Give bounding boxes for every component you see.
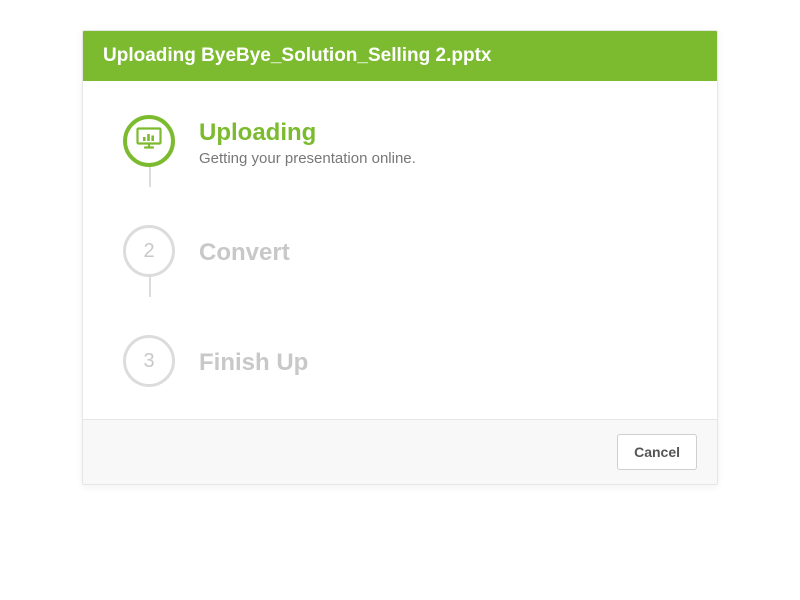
step-title-uploading: Uploading bbox=[199, 117, 416, 148]
step-circle-1 bbox=[123, 115, 175, 167]
dialog-footer: Cancel bbox=[83, 419, 717, 484]
step-connector bbox=[149, 167, 151, 187]
cancel-button[interactable]: Cancel bbox=[617, 434, 697, 470]
step-content-3: Finish Up bbox=[199, 335, 308, 378]
step-title-finish-up: Finish Up bbox=[199, 347, 308, 378]
upload-progress-dialog: Uploading ByeBye_Solution_Selling 2.pptx bbox=[82, 30, 718, 485]
step-number-2: 2 bbox=[143, 240, 154, 263]
step-connector bbox=[149, 277, 151, 297]
step-content-2: Convert bbox=[199, 225, 290, 268]
step-subtitle-uploading: Getting your presentation online. bbox=[199, 150, 416, 167]
step-title-convert: Convert bbox=[199, 237, 290, 268]
dialog-header: Uploading ByeBye_Solution_Selling 2.pptx bbox=[83, 31, 717, 81]
step-uploading: Uploading Getting your presentation onli… bbox=[123, 115, 697, 185]
dialog-title: Uploading ByeBye_Solution_Selling 2.pptx bbox=[103, 45, 492, 66]
step-circle-2: 2 bbox=[123, 225, 175, 277]
step-convert: 2 Convert bbox=[123, 225, 697, 295]
step-finish-up: 3 Finish Up bbox=[123, 335, 697, 389]
step-number-3: 3 bbox=[143, 350, 154, 373]
dialog-body: Uploading Getting your presentation onli… bbox=[83, 81, 717, 419]
step-content-1: Uploading Getting your presentation onli… bbox=[199, 115, 416, 167]
step-circle-3: 3 bbox=[123, 335, 175, 387]
presentation-monitor-icon bbox=[136, 127, 162, 155]
